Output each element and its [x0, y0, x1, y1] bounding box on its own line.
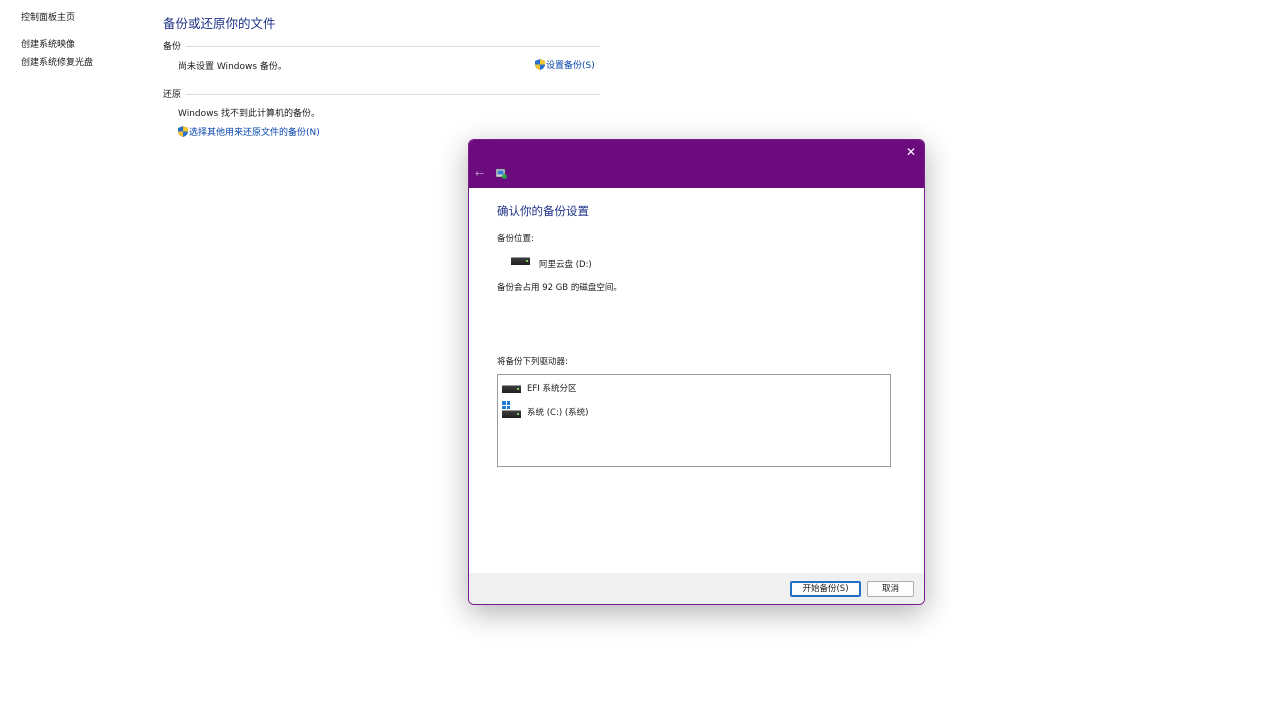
list-item[interactable]: 系统 (C:) (系统): [502, 401, 882, 420]
drive-icon: [502, 410, 521, 418]
restore-status-text: Windows 找不到此计算机的备份。: [178, 109, 321, 119]
backup-section-divider: [186, 46, 600, 47]
backup-status-text: 尚未设置 Windows 备份。: [178, 62, 287, 72]
uac-shield-icon: [178, 126, 188, 137]
backup-section-header: 备份: [163, 42, 182, 52]
setup-backup-link[interactable]: 设置备份(S): [535, 58, 595, 71]
backup-space-text: 备份会占用 92 GB 的磁盘空间。: [497, 283, 622, 293]
setup-backup-link-label[interactable]: 设置备份(S): [546, 61, 595, 71]
backup-wizard-dialog: ✕ ← 确认你的备份设置 备份位置: 阿里云盘 (D:) 备份会占用 92 GB…: [468, 139, 925, 605]
drive-icon: [511, 257, 530, 265]
drive-name: EFI 系统分区: [527, 384, 577, 394]
back-arrow-icon[interactable]: ←: [475, 167, 484, 180]
backup-location-drive: 阿里云盘 (D:): [539, 260, 592, 270]
restore-section-divider: [186, 94, 600, 95]
drives-list[interactable]: EFI 系统分区 系统 (C:) (系统): [497, 374, 891, 467]
dialog-titlebar: ✕ ←: [469, 140, 924, 188]
select-other-backup-link[interactable]: 选择其他用来还原文件的备份(N): [178, 125, 320, 138]
dialog-footer: 开始备份(S) 取消: [469, 573, 924, 604]
windows-logo-icon: [502, 401, 510, 409]
drives-list-label: 将备份下列驱动器:: [497, 357, 568, 367]
sidebar-item-create-repair-disc[interactable]: 创建系统修复光盘: [21, 55, 93, 68]
backup-location-label: 备份位置:: [497, 234, 534, 244]
sidebar-item-create-system-image[interactable]: 创建系统映像: [21, 37, 75, 50]
drive-name: 系统 (C:) (系统): [527, 408, 589, 418]
select-other-backup-link-label[interactable]: 选择其他用来还原文件的备份(N): [189, 128, 320, 138]
drive-icon: [502, 385, 521, 393]
cancel-button[interactable]: 取消: [867, 581, 914, 597]
list-item[interactable]: EFI 系统分区: [502, 382, 882, 396]
uac-shield-icon: [535, 59, 545, 70]
close-icon[interactable]: ✕: [904, 145, 918, 159]
backup-app-icon: [496, 168, 507, 179]
start-backup-button[interactable]: 开始备份(S): [790, 581, 861, 597]
page-title: 备份或还原你的文件: [163, 16, 276, 31]
restore-section-header: 还原: [163, 90, 182, 100]
sidebar-item-control-panel-home[interactable]: 控制面板主页: [21, 10, 75, 23]
dialog-heading: 确认你的备份设置: [497, 204, 589, 218]
